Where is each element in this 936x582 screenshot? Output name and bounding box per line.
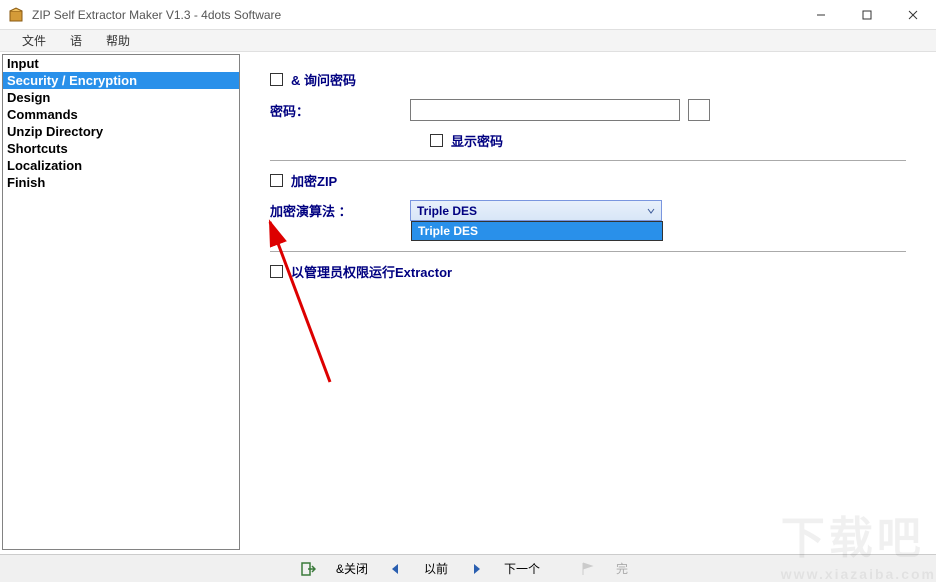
algorithm-combobox[interactable]: Triple DES Triple DES [410,200,662,221]
menu-help[interactable]: 帮助 [94,29,142,52]
separator [270,251,906,252]
algorithm-dropdown[interactable]: Triple DES [411,221,663,241]
show-password-label: 显示密码 [451,131,503,150]
annotation-arrow [260,212,340,392]
algorithm-value: Triple DES [417,204,477,218]
sidebar-item-unzip[interactable]: Unzip Directory [3,123,239,140]
sidebar-item-security[interactable]: Security / Encryption [3,72,239,89]
sidebar-item-finish[interactable]: Finish [3,174,239,191]
show-password-checkbox[interactable] [430,134,443,147]
step-list[interactable]: Input Security / Encryption Design Comma… [2,54,240,550]
minimize-button[interactable] [798,0,844,30]
encrypt-zip-checkbox[interactable] [270,174,283,187]
next-button[interactable]: 下一个 [468,558,540,580]
finish-label: 完 [616,560,628,577]
arrow-right-icon [468,561,484,577]
menubar: 文件 语 帮助 [0,30,936,52]
flag-icon [580,561,596,577]
next-label: 下一个 [504,560,540,577]
close-button[interactable] [890,0,936,30]
arrow-left-icon [388,561,404,577]
password-reveal-button[interactable] [688,99,710,121]
algorithm-option[interactable]: Triple DES [412,222,662,240]
titlebar: ZIP Self Extractor Maker V1.3 - 4dots So… [0,0,936,30]
prev-button[interactable]: 以前 [388,558,448,580]
sidebar-item-design[interactable]: Design [3,89,239,106]
menu-file[interactable]: 文件 [10,29,58,52]
password-input[interactable] [410,99,680,121]
sidebar-item-input[interactable]: Input [3,55,239,72]
window-title: ZIP Self Extractor Maker V1.3 - 4dots So… [32,8,798,22]
sidebar-item-shortcuts[interactable]: Shortcuts [3,140,239,157]
algorithm-label: 加密演算法 ： [270,201,410,220]
close-wizard-label: &关闭 [336,560,368,577]
ask-password-checkbox[interactable] [270,73,283,86]
prev-label: 以前 [424,560,448,577]
close-wizard-button[interactable]: &关闭 [300,558,368,580]
run-as-admin-checkbox[interactable] [270,265,283,278]
exit-icon [300,561,316,577]
chevron-down-icon [647,207,655,215]
sidebar-item-localization[interactable]: Localization [3,157,239,174]
ask-password-label: & 询问密码 [291,70,356,89]
separator [270,160,906,161]
finish-button[interactable]: 完 [580,558,628,580]
encrypt-zip-label: 加密ZIP [291,171,337,190]
run-as-admin-label: 以管理员权限运行Extractor [291,262,452,281]
bottom-toolbar: &关闭 以前 下一个 完 [0,554,936,582]
content-panel: & 询问密码 密码： 显示密码 加密ZIP 加密演算法 ： Triple DES… [240,52,936,552]
app-icon [8,7,24,23]
menu-lang[interactable]: 语 [58,29,94,52]
maximize-button[interactable] [844,0,890,30]
sidebar-item-commands[interactable]: Commands [3,106,239,123]
password-label: 密码： [270,101,410,120]
